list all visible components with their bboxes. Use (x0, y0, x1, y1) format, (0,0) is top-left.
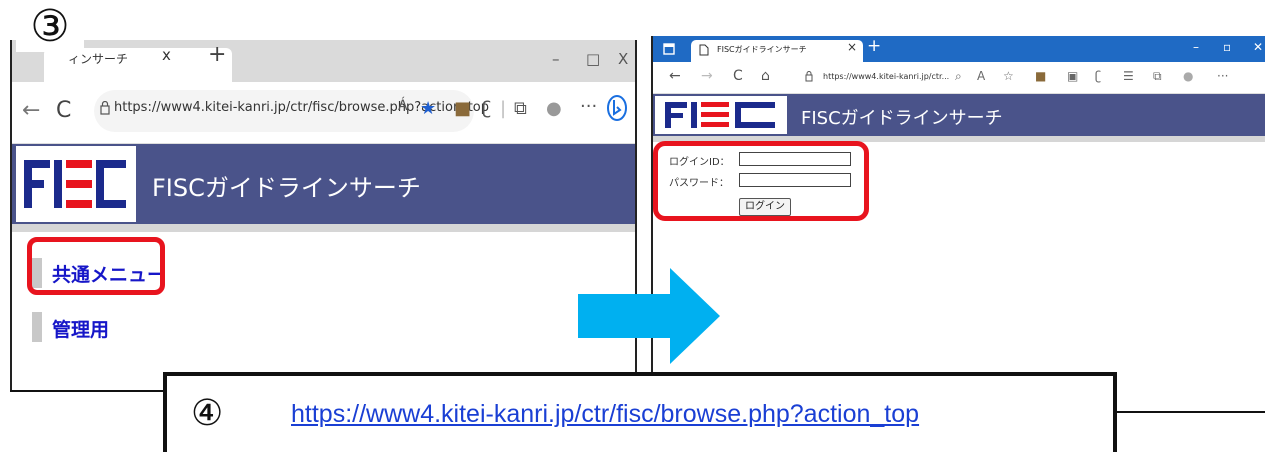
left-back-icon[interactable]: ← (22, 98, 40, 123)
left-minimize-icon[interactable]: – (552, 50, 560, 68)
fisc-logo (655, 96, 787, 134)
extension-icon[interactable]: ■ (454, 98, 471, 119)
common-menu-highlight (27, 237, 165, 295)
right-close-window-icon[interactable]: ✕ (1253, 40, 1263, 54)
extension-icon[interactable]: ■ (1035, 69, 1046, 83)
read-aloud-icon[interactable]: A (977, 69, 985, 83)
right-maximize-icon[interactable]: ▫ (1223, 40, 1231, 54)
fisc-url-link[interactable]: https://www4.kitei-kanri.jp/ctr/fisc/bro… (291, 400, 919, 429)
collections-icon[interactable]: ⧉ (1153, 69, 1162, 84)
toolbar-divider: | (500, 98, 507, 119)
right-minimize-icon[interactable]: – (1193, 40, 1199, 54)
left-site-title: FISCガイドラインサーチ (152, 174, 421, 202)
profile-icon[interactable]: ● (546, 98, 562, 119)
feedback-icon[interactable]: ʗ (1095, 69, 1101, 83)
right-url-text: https://www4.kitei-kanri.jp/ctr... (823, 72, 950, 81)
lock-icon (805, 71, 813, 82)
right-tab-title: FISCガイドラインサーチ (717, 45, 807, 54)
favorites-icon[interactable]: ☰ (1123, 69, 1134, 83)
favorite-add-icon[interactable]: ☆ (1003, 69, 1014, 83)
connector-line-right (1117, 411, 1265, 413)
menu-marker (32, 312, 42, 342)
right-home-icon[interactable]: ⌂ (761, 68, 770, 84)
left-address-bar-row: ← C https://www4.kitei-kanri.jp/ctr/fisc… (12, 82, 635, 144)
more-icon[interactable]: ··· (580, 96, 597, 117)
admin-menu-link[interactable]: 管理用 (52, 315, 109, 342)
left-tab-close-icon[interactable]: x (162, 46, 171, 64)
more-icon[interactable]: ··· (1217, 69, 1228, 83)
connector-line-left (10, 390, 165, 392)
left-tab-title: ィンサーチ (68, 52, 129, 66)
collections-icon[interactable]: ⧉ (514, 98, 527, 119)
left-header-divider (12, 224, 635, 232)
profile-icon[interactable]: ● (1183, 69, 1193, 83)
feedback-icon[interactable]: ʗ (482, 98, 491, 119)
page-icon (699, 44, 709, 56)
right-reload-icon[interactable]: C (733, 68, 743, 84)
favorite-star-icon[interactable]: ★ (420, 98, 436, 119)
search-page-icon[interactable]: ⌕ (955, 69, 962, 84)
login-form-highlight (653, 141, 869, 221)
right-site-title: FISCガイドラインサーチ (801, 108, 1003, 129)
extension-2-icon[interactable]: ▣ (1067, 69, 1078, 83)
right-new-tab-icon[interactable]: + (867, 36, 881, 56)
left-reload-icon[interactable]: C (56, 98, 71, 123)
fisc-logo (16, 146, 136, 222)
lock-icon (100, 101, 110, 115)
right-back-icon[interactable]: ← (669, 68, 681, 84)
left-new-tab-icon[interactable]: + (208, 42, 226, 67)
step-3-label: ③ (16, 2, 84, 52)
step-4-label: ④ (191, 393, 224, 434)
url-callout-box: ④ https://www4.kitei-kanri.jp/ctr/fisc/b… (163, 372, 1117, 452)
bing-icon[interactable] (606, 94, 628, 122)
right-arrow-icon (578, 268, 720, 364)
tab-actions-icon[interactable] (663, 43, 675, 55)
right-forward-icon[interactable]: → (701, 68, 713, 84)
left-close-window-icon[interactable]: X (618, 50, 628, 68)
right-address-bar-row: ← → C ⌂ https://www4.kitei-kanri.jp/ctr.… (653, 62, 1265, 94)
read-aloud-icon[interactable]: Á (398, 98, 408, 114)
left-maximize-icon[interactable]: □ (586, 50, 600, 68)
left-browser-window: ィンサーチ x + – □ X ← C https://www4.kitei-k… (10, 40, 637, 392)
right-tab-close-icon[interactable]: × (847, 40, 857, 54)
